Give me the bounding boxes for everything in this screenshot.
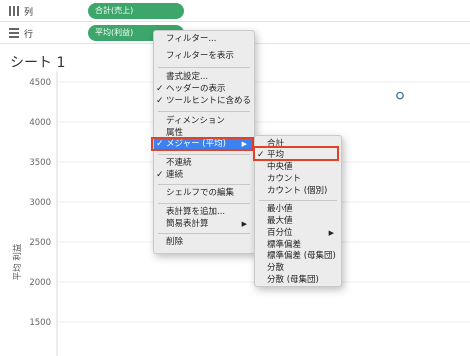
menu-item-edit-shelf[interactable]: シェルフでの編集 xyxy=(154,188,254,199)
submenu-item-median-label: 中央値 xyxy=(267,162,293,172)
submenu-item-variance-pop[interactable]: 分散 (母集団) xyxy=(255,275,341,286)
menu-separator xyxy=(158,184,250,185)
submenu-item-count-distinct-label: カウント (個別) xyxy=(267,186,328,196)
menu-item-add-table-calc[interactable]: 表計算を追加... xyxy=(154,207,254,218)
checkmark-icon: ✓ xyxy=(156,170,164,180)
menu-item-quick-table-calc-label: 簡易表計算 xyxy=(166,219,209,229)
submenu-item-median[interactable]: 中央値 xyxy=(255,162,341,173)
submenu-arrow-icon: ▶ xyxy=(241,220,247,228)
menu-item-format-label: 書式設定... xyxy=(166,72,209,82)
menu-item-show-header-label: ヘッダーの表示 xyxy=(166,84,226,94)
submenu-item-variance-pop-label: 分散 (母集団) xyxy=(267,275,319,285)
aggregation-submenu: 合計 ✓ 平均 中央値 カウント カウント (個別) 最小値 最大値 百分位 ▶ 標… xyxy=(254,135,342,287)
menu-separator xyxy=(158,203,250,204)
submenu-item-count[interactable]: カウント xyxy=(255,174,341,185)
menu-item-discrete[interactable]: 不連続 xyxy=(154,158,254,169)
menu-separator xyxy=(158,111,250,112)
menu-item-include-tooltip[interactable]: ✓ ツールヒントに含める xyxy=(154,96,254,107)
submenu-item-variance[interactable]: 分散 xyxy=(255,263,341,274)
submenu-item-std-dev-label: 標準偏差 xyxy=(267,240,302,250)
menu-separator xyxy=(158,233,250,234)
y-tick-label: 4500 xyxy=(29,78,51,88)
menu-item-format[interactable]: 書式設定... xyxy=(154,72,254,83)
submenu-item-count-label: カウント xyxy=(267,174,302,184)
submenu-item-minimum[interactable]: 最小値 xyxy=(255,204,341,215)
y-tick-label: 3500 xyxy=(29,158,51,168)
menu-item-show-header[interactable]: ✓ ヘッダーの表示 xyxy=(154,84,254,95)
y-tick-label: 2000 xyxy=(29,278,51,288)
menu-item-include-tooltip-label: ツールヒントに含める xyxy=(166,96,252,106)
submenu-item-average[interactable]: ✓ 平均 xyxy=(255,150,341,161)
submenu-item-maximum-label: 最大値 xyxy=(267,216,293,226)
y-tick-label: 2500 xyxy=(29,238,51,248)
y-tick-label: 1500 xyxy=(29,318,51,328)
menu-separator xyxy=(158,67,250,68)
menu-item-filter[interactable]: フィルター... xyxy=(154,34,254,45)
menu-item-discrete-label: 不連続 xyxy=(166,158,192,168)
menu-item-edit-shelf-label: シェルフでの編集 xyxy=(166,188,235,198)
context-menu: フィルター... フィルターを表示 書式設定... ✓ ヘッダーの表示 ✓ ツールヒ… xyxy=(153,30,255,254)
submenu-item-average-label: 平均 xyxy=(267,150,285,160)
submenu-item-percentile-label: 百分位 xyxy=(267,228,293,238)
submenu-item-count-distinct[interactable]: カウント (個別) xyxy=(255,186,341,197)
menu-item-attribute[interactable]: 属性 xyxy=(154,128,254,139)
menu-item-attribute-label: 属性 xyxy=(166,128,184,138)
menu-item-measure-label: メジャー (平均) xyxy=(166,139,226,149)
submenu-item-sum-label: 合計 xyxy=(267,139,285,149)
menu-item-add-table-calc-label: 表計算を追加... xyxy=(166,207,226,217)
submenu-item-percentile[interactable]: 百分位 ▶ xyxy=(255,228,341,239)
menu-item-show-filter-label: フィルターを表示 xyxy=(166,51,234,61)
submenu-arrow-icon: ▶ xyxy=(241,140,247,148)
menu-item-dimension-label: ディメンション xyxy=(166,116,225,126)
submenu-item-std-dev[interactable]: 標準偏差 xyxy=(255,240,341,251)
menu-item-remove[interactable]: 削除 xyxy=(154,237,254,248)
menu-item-remove-label: 削除 xyxy=(166,237,184,247)
checkmark-icon: ✓ xyxy=(156,96,164,106)
menu-item-show-filter[interactable]: フィルターを表示 xyxy=(154,51,254,62)
y-axis-title: 平均 利益 xyxy=(12,243,23,280)
data-point[interactable] xyxy=(396,91,404,100)
submenu-item-maximum[interactable]: 最大値 xyxy=(255,216,341,227)
menu-item-quick-table-calc[interactable]: 簡易表計算 ▶ xyxy=(154,219,254,230)
submenu-item-std-dev-pop-label: 標準偏差 (母集団) xyxy=(267,251,336,261)
menu-item-continuous[interactable]: ✓ 連続 xyxy=(154,170,254,181)
menu-item-continuous-label: 連続 xyxy=(166,170,184,180)
y-tick-label: 3000 xyxy=(29,198,51,208)
submenu-item-minimum-label: 最小値 xyxy=(267,204,293,214)
menu-item-measure[interactable]: ✓ メジャー (平均) ▶ xyxy=(154,139,254,150)
checkmark-icon: ✓ xyxy=(156,84,164,94)
submenu-item-std-dev-pop[interactable]: 標準偏差 (母集団) xyxy=(255,251,341,262)
checkmark-icon: ✓ xyxy=(156,139,164,149)
submenu-arrow-icon: ▶ xyxy=(328,229,334,237)
submenu-item-variance-label: 分散 xyxy=(267,263,285,273)
menu-separator xyxy=(259,200,337,201)
submenu-item-sum[interactable]: 合計 xyxy=(255,139,341,150)
menu-separator xyxy=(158,154,250,155)
checkmark-icon: ✓ xyxy=(257,150,265,160)
y-tick-label: 4000 xyxy=(29,118,51,128)
menu-item-filter-label: フィルター... xyxy=(166,34,217,44)
menu-item-dimension[interactable]: ディメンション xyxy=(154,116,254,127)
